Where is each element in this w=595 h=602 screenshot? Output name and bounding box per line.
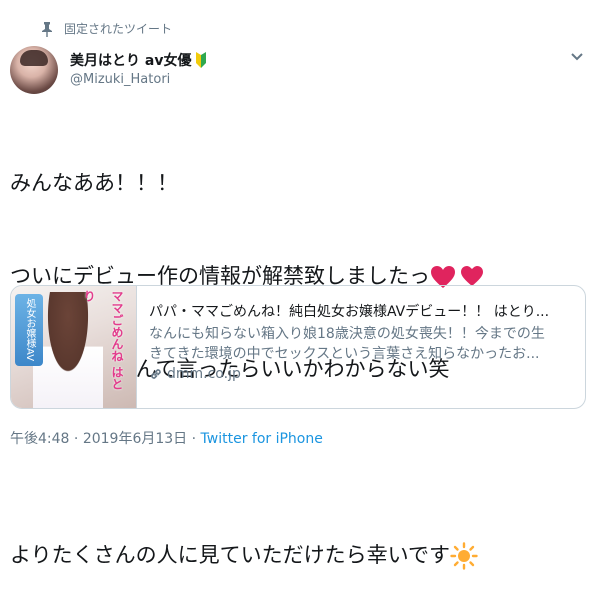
tweet-source-link[interactable]: Twitter for iPhone — [201, 431, 323, 447]
tweet-line-5-text: よりたくさんの人に見ていただけたら幸いです — [10, 543, 450, 567]
tweet-metadata: 午後4:48 · 2019年6月13日 · Twitter for iPhone — [10, 428, 323, 448]
pin-icon — [42, 21, 52, 37]
tweet-line-4-blank — [10, 447, 590, 478]
tweet-time[interactable]: 午後4:48 — [10, 431, 69, 447]
beginner-mark-icon — [196, 52, 207, 68]
card-thumbnail[interactable]: 処女お嬢様AVデビュー ママごめんね はとり — [11, 286, 137, 408]
user-info[interactable]: 美月はとり av女優 @Mizuki_Hatori — [70, 50, 207, 87]
card-title[interactable]: パパ・ママごめんね！純白処女お嬢様AVデビュー！！ はとり... — [149, 302, 573, 322]
tweet-line-5: よりたくさんの人に見ていただけたら幸いです — [10, 540, 590, 571]
user-handle[interactable]: @Mizuki_Hatori — [70, 72, 207, 87]
thumbnail-person-image — [33, 292, 103, 408]
display-name[interactable]: 美月はとり av女優 — [70, 50, 191, 70]
thumbnail-left-caption: 処女お嬢様AVデビュー — [15, 294, 43, 366]
tweet-line-1: みんなああ！！！ — [10, 171, 178, 195]
pinned-label: 固定されたツイート — [64, 22, 173, 36]
card-body[interactable]: パパ・ママごめんね！純白処女お嬢様AVデビュー！！ はとり... なんにも知らな… — [137, 286, 585, 408]
pinned-tweet-indicator: 固定されたツイート — [40, 20, 172, 37]
meta-separator: · — [69, 431, 83, 447]
thumbnail-right-caption: ママごめんね はとり — [82, 290, 124, 391]
card-link[interactable]: dmm.co.jp — [149, 366, 573, 382]
card-domain[interactable]: dmm.co.jp — [167, 366, 241, 382]
card-description: なんにも知らない箱入り娘18歳決意の処女喪失！！今までの生 きてきた環境の中でセ… — [149, 324, 573, 364]
chevron-down-icon[interactable] — [570, 52, 584, 62]
card-description-line-2: きてきた環境の中でセックスという言葉さえ知らなかったお... — [149, 346, 540, 362]
sun-icon — [450, 542, 478, 570]
avatar[interactable] — [10, 46, 58, 94]
card-description-line-1: なんにも知らない箱入り娘18歳決意の処女喪失！！今までの生 — [149, 326, 545, 342]
link-card[interactable]: 処女お嬢様AVデビュー ママごめんね はとり パパ・ママごめんね！純白処女お嬢様… — [10, 285, 586, 409]
link-icon — [151, 369, 161, 379]
meta-separator-2: · — [187, 431, 201, 447]
tweet-date[interactable]: 2019年6月13日 — [83, 431, 187, 447]
